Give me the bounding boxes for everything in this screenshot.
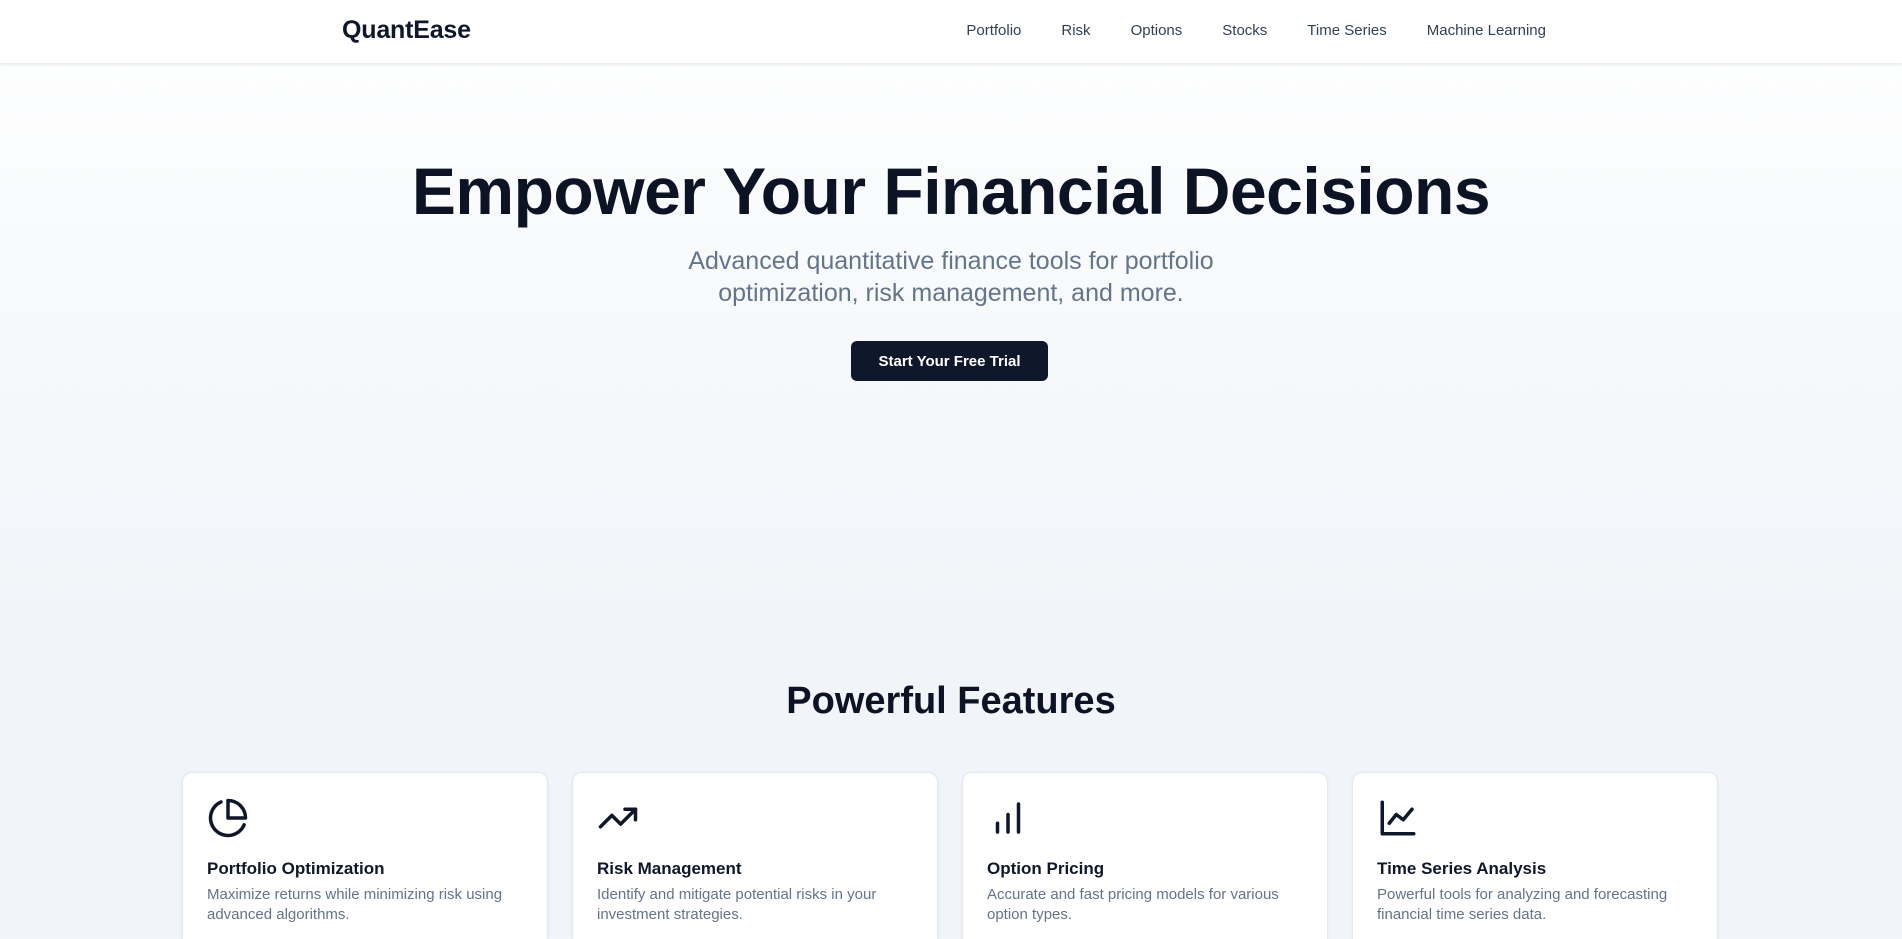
feature-card-title: Option Pricing bbox=[987, 859, 1105, 878]
feature-card-title: Risk Management bbox=[597, 859, 742, 878]
trending-up-icon bbox=[597, 797, 639, 839]
hero-title: Empower Your Financial Decisions bbox=[411, 154, 1491, 228]
nav-link-stocks[interactable]: Stocks bbox=[1222, 22, 1267, 39]
feature-card-description: Accurate and fast pricing models for var… bbox=[987, 886, 1279, 923]
feature-cards: Portfolio Optimization Maximize returns … bbox=[182, 772, 1718, 939]
hero-subtitle: Advanced quantitative finance tools for … bbox=[688, 247, 1214, 307]
nav-link-options[interactable]: Options bbox=[1131, 22, 1183, 39]
pie-chart-icon bbox=[207, 797, 249, 839]
logo[interactable]: QuantEase bbox=[342, 16, 471, 45]
feature-card-portfolio-optimization: Portfolio Optimization Maximize returns … bbox=[182, 772, 548, 939]
feature-card-title: Time Series Analysis bbox=[1377, 859, 1547, 878]
feature-card-time-series-analysis: Time Series Analysis Powerful tools for … bbox=[1352, 772, 1718, 939]
nav-link-machine-learning[interactable]: Machine Learning bbox=[1427, 22, 1546, 39]
nav-link-risk[interactable]: Risk bbox=[1061, 22, 1090, 39]
site-header: QuantEase Portfolio Risk Options Stocks … bbox=[0, 0, 1902, 63]
line-chart-icon bbox=[1377, 797, 1419, 839]
bar-chart-icon bbox=[987, 797, 1029, 839]
feature-card-description: Identify and mitigate potential risks in… bbox=[597, 886, 877, 923]
feature-card-option-pricing: Option Pricing Accurate and fast pricing… bbox=[962, 772, 1328, 939]
feature-card-risk-management: Risk Management Identify and mitigate po… bbox=[572, 772, 938, 939]
nav-link-time-series[interactable]: Time Series bbox=[1307, 22, 1386, 39]
start-free-trial-button[interactable]: Start Your Free Trial bbox=[851, 341, 1048, 381]
features-title: Powerful Features bbox=[786, 680, 1116, 722]
feature-card-description: Maximize returns while minimizing risk u… bbox=[207, 886, 503, 923]
feature-card-description: Powerful tools for analyzing and forecas… bbox=[1377, 886, 1668, 923]
main-nav: Portfolio Risk Options Stocks Time Serie… bbox=[966, 22, 1546, 39]
nav-link-portfolio[interactable]: Portfolio bbox=[966, 22, 1021, 39]
feature-card-title: Portfolio Optimization bbox=[207, 859, 385, 878]
